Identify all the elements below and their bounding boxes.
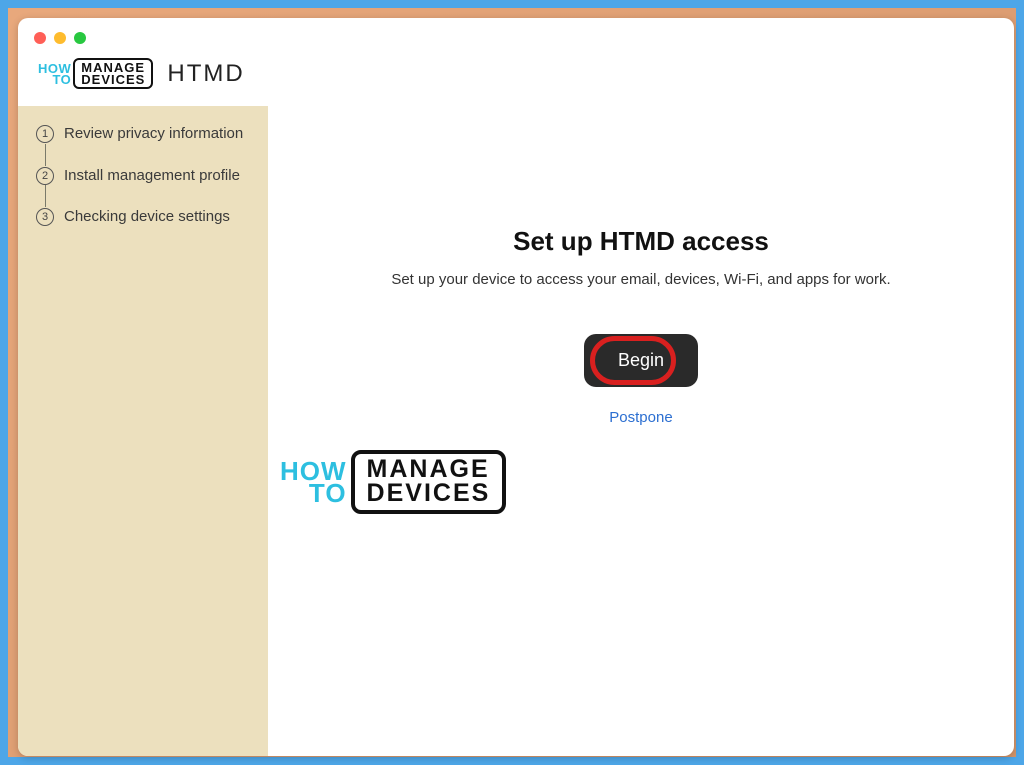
window-controls xyxy=(34,32,86,44)
sidebar: 1 Review privacy information 2 Install m… xyxy=(18,106,268,756)
step-number-icon: 2 xyxy=(36,167,54,185)
step-label: Checking device settings xyxy=(64,207,230,227)
postpone-link[interactable]: Postpone xyxy=(609,409,672,426)
close-window-button[interactable] xyxy=(34,32,46,44)
step-connector xyxy=(45,185,46,207)
header: HOW TO MANAGE DEVICES HTMD xyxy=(38,58,245,89)
watermark-to-text: TO xyxy=(309,482,347,504)
outer-border: HOW TO MANAGE DEVICES HTMD 1 Review priv… xyxy=(0,0,1024,765)
app-window: HOW TO MANAGE DEVICES HTMD 1 Review priv… xyxy=(18,18,1014,756)
logo-howto: HOW TO xyxy=(38,63,71,85)
watermark-howto: HOW TO xyxy=(280,460,347,504)
logo-box: MANAGE DEVICES xyxy=(73,58,153,89)
step-number-icon: 1 xyxy=(36,125,54,143)
step-item: 1 Review privacy information xyxy=(36,124,256,144)
step-number-icon: 3 xyxy=(36,208,54,226)
logo-to-text: TO xyxy=(52,74,71,85)
watermark-box: MANAGE DEVICES xyxy=(351,450,507,514)
minimize-window-button[interactable] xyxy=(54,32,66,44)
page-subtitle: Set up your device to access your email,… xyxy=(391,271,890,288)
htmd-logo-watermark: HOW TO MANAGE DEVICES xyxy=(280,450,506,514)
step-label: Review privacy information xyxy=(64,124,243,144)
watermark-devices-text: DEVICES xyxy=(367,482,491,506)
steps-list: 1 Review privacy information 2 Install m… xyxy=(36,124,256,227)
begin-button[interactable]: Begin xyxy=(584,334,698,387)
logo-devices-text: DEVICES xyxy=(81,74,145,86)
brand-title: HTMD xyxy=(167,60,244,88)
step-connector xyxy=(45,144,46,166)
maximize-window-button[interactable] xyxy=(74,32,86,44)
htmd-logo-small: HOW TO MANAGE DEVICES xyxy=(38,58,153,89)
page-title: Set up HTMD access xyxy=(513,226,769,257)
step-label: Install management profile xyxy=(64,166,240,186)
begin-button-wrap: Begin xyxy=(584,334,698,387)
step-item: 2 Install management profile xyxy=(36,166,256,186)
step-item: 3 Checking device settings xyxy=(36,207,256,227)
main-content: Set up HTMD access Set up your device to… xyxy=(268,106,1014,756)
